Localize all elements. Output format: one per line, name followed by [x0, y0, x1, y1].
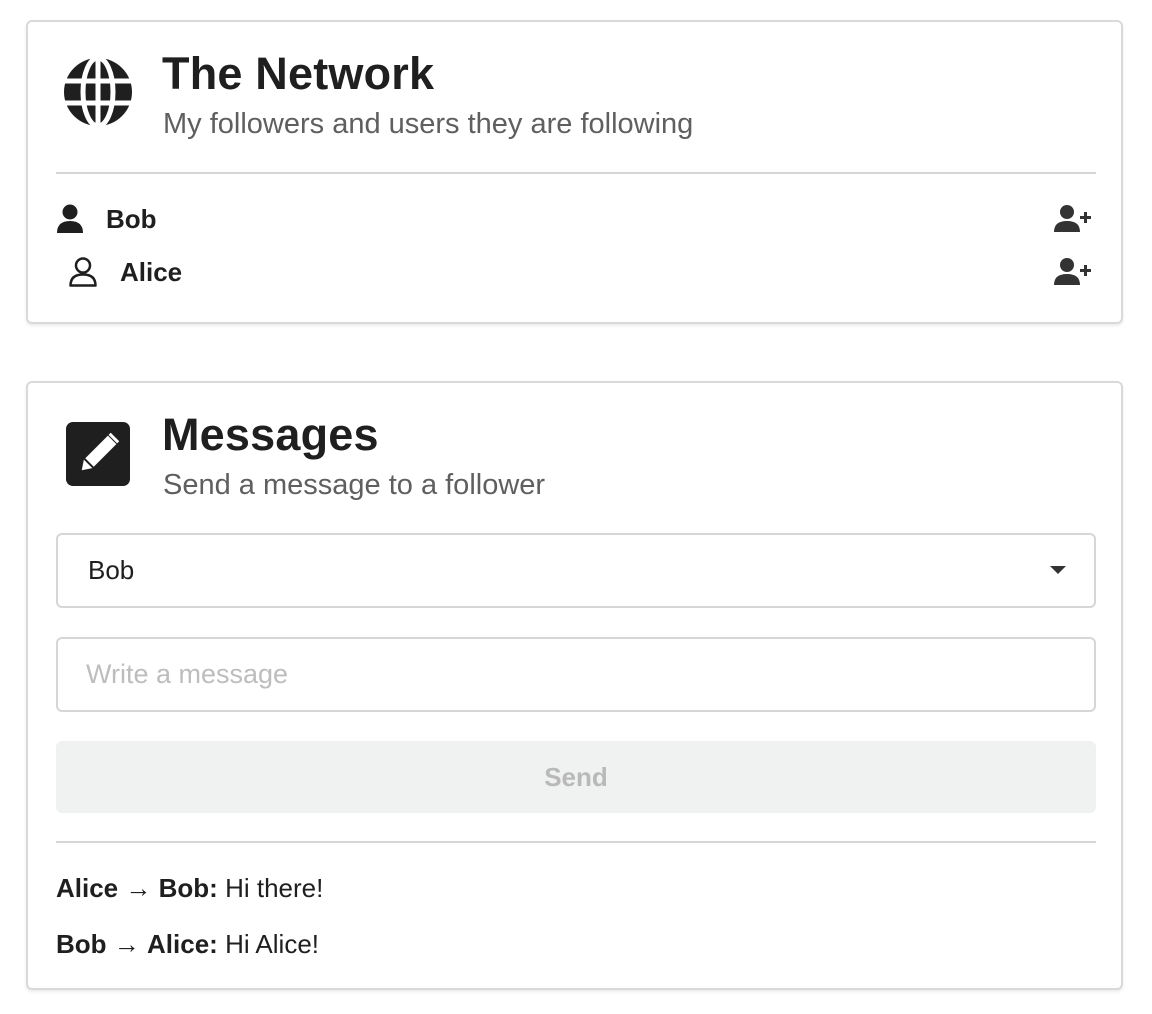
user-row-alice: Alice [56, 253, 1096, 293]
recipient-select-value: Bob [88, 555, 135, 585]
message-to: Alice [147, 929, 210, 959]
messages-subtitle: Send a message to a follower [163, 469, 546, 501]
recipient-select[interactable]: Bob [56, 533, 1096, 608]
message-text: Hi there! [225, 873, 324, 903]
arrow-right-icon: → [125, 873, 152, 903]
message-log-item: Bob → Alice: Hi Alice! [56, 929, 319, 960]
globe-icon [62, 55, 134, 133]
network-subtitle: My followers and users they are followin… [163, 108, 694, 140]
message-from: Bob [56, 929, 107, 959]
message-text: Hi Alice! [225, 929, 319, 959]
network-title: The Network [162, 48, 435, 99]
message-log-item: Alice → Bob: Hi there! [56, 873, 323, 904]
user-solid-icon [56, 204, 84, 239]
arrow-right-icon: → [113, 929, 140, 959]
user-plus-icon[interactable] [1054, 204, 1092, 234]
messages-card: Messages Send a message to a follower Bo… [26, 381, 1123, 990]
divider [56, 841, 1096, 843]
divider [56, 172, 1096, 174]
user-plus-icon[interactable] [1054, 257, 1092, 287]
message-colon: : [209, 929, 218, 959]
messages-title: Messages [162, 409, 379, 460]
message-to: Bob [158, 873, 210, 903]
network-card: The Network My followers and users they … [26, 20, 1123, 324]
send-button[interactable]: Send [56, 741, 1096, 813]
user-outline-icon [68, 257, 98, 292]
user-name: Bob [106, 204, 157, 234]
user-row-bob: Bob [56, 200, 1096, 240]
user-name: Alice [120, 257, 183, 287]
message-from: Alice [56, 873, 119, 903]
message-input[interactable] [56, 637, 1096, 712]
pencil-square-icon [66, 422, 130, 491]
caret-down-icon [1050, 566, 1066, 574]
message-colon: : [209, 873, 218, 903]
